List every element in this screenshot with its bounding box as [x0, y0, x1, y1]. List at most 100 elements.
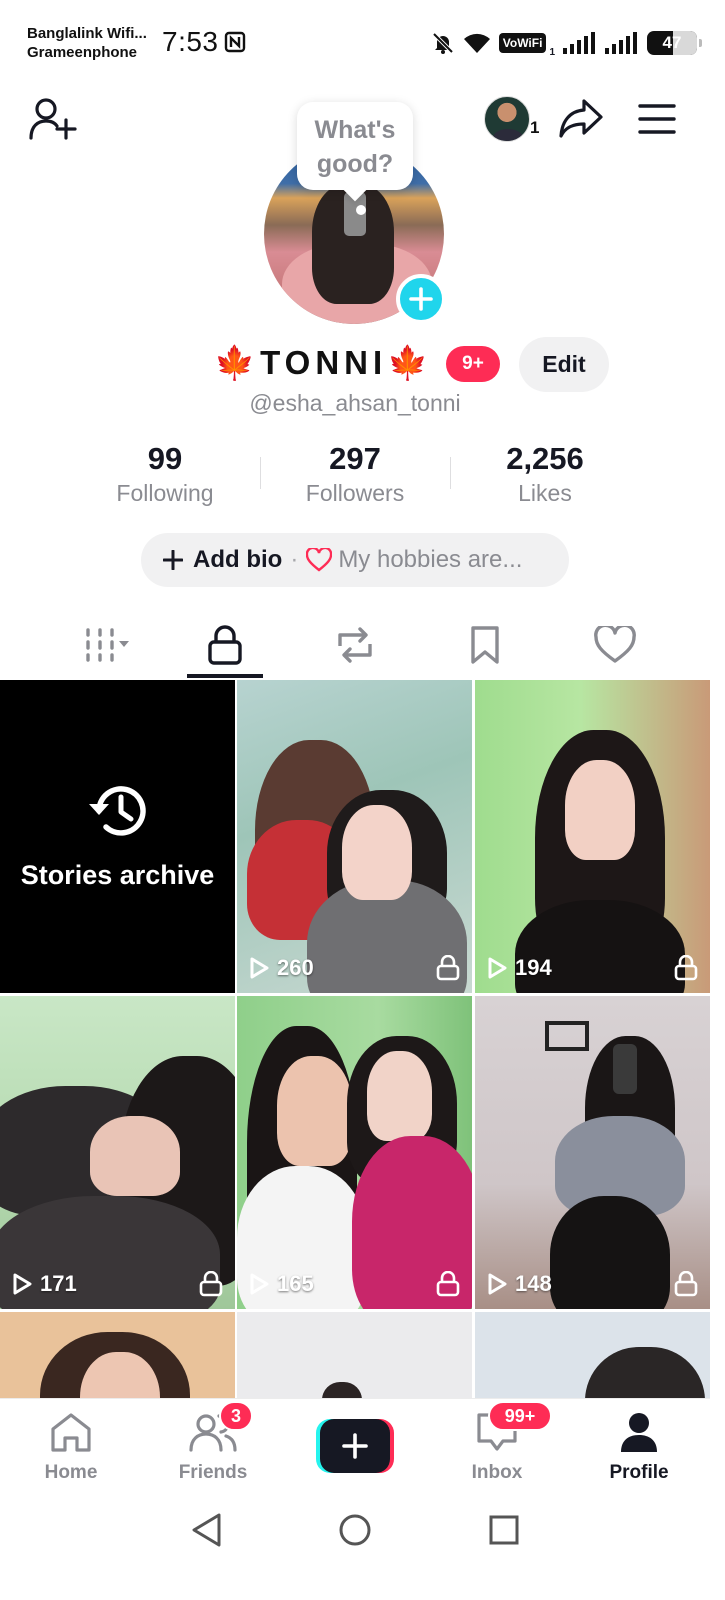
battery-level: 47	[662, 33, 682, 52]
video-tile[interactable]	[475, 1312, 710, 1402]
stat-divider	[260, 457, 261, 489]
status-icons: VoWiFi 1 47	[431, 28, 702, 58]
menu-icon[interactable]	[638, 103, 676, 135]
lock-icon	[674, 955, 698, 981]
video-tile[interactable]: 165	[237, 996, 472, 1309]
vowifi-badge: VoWiFi	[498, 33, 547, 53]
nav-profile[interactable]: Profile	[584, 1411, 694, 1484]
share-icon[interactable]	[558, 98, 604, 140]
lock-icon	[674, 1271, 698, 1297]
create-button[interactable]	[316, 1419, 394, 1473]
heart-icon	[594, 626, 636, 663]
video-tile[interactable]	[0, 1312, 235, 1402]
play-icon	[488, 957, 507, 979]
history-icon	[88, 786, 146, 836]
play-count: 171	[12, 1271, 77, 1297]
play-count: 194	[487, 955, 552, 981]
back-icon[interactable]	[190, 1512, 224, 1548]
play-count: 165	[249, 1271, 314, 1297]
add-story-button[interactable]	[396, 274, 446, 324]
nav-friends-label: Friends	[178, 1462, 248, 1483]
stat-divider	[450, 457, 451, 489]
nav-inbox-label: Inbox	[471, 1462, 523, 1483]
account-switcher-count: 1	[530, 118, 540, 137]
video-tile[interactable]: 171	[0, 996, 235, 1309]
play-count: 148	[487, 1271, 552, 1297]
system-navigation-bar	[0, 1490, 710, 1600]
add-friend-icon[interactable]	[28, 96, 78, 142]
add-bio-button[interactable]: Add bio · My hobbies are...	[141, 533, 569, 587]
stories-archive-tile[interactable]: Stories archive	[0, 680, 235, 993]
home-icon	[51, 1413, 91, 1452]
lock-icon	[208, 625, 242, 665]
bottom-nav: Home Friends 3 Inbox 99+ Profile	[0, 1398, 710, 1490]
lock-icon	[199, 1271, 223, 1297]
signal-icon-2	[605, 32, 637, 54]
stat-following[interactable]: 99 Following	[85, 440, 245, 508]
mute-bell-icon	[432, 32, 454, 54]
stories-archive-label: Stories archive	[20, 860, 215, 890]
carrier-line1: Banglalink Wifi...	[27, 25, 147, 42]
stat-likes-value: 2,256	[506, 441, 584, 476]
grid-icon	[86, 628, 129, 662]
stat-following-value: 99	[147, 441, 183, 476]
lock-icon	[436, 955, 460, 981]
play-count-value: 260	[277, 955, 314, 980]
tab-private[interactable]	[187, 614, 263, 676]
play-count-value: 165	[277, 1271, 314, 1296]
heart-outline-icon	[306, 548, 333, 572]
stat-followers-value: 297	[329, 441, 381, 476]
nfc-icon	[224, 31, 246, 53]
display-name: 🍁TONNI🍁	[214, 344, 434, 381]
bubble-tail-dot	[356, 205, 366, 215]
vowifi-sim: 1	[549, 47, 555, 58]
status-bar: Banglalink Wifi... Grameenphone 7:53 VoW…	[0, 0, 725, 80]
video-tile[interactable]: 194	[475, 680, 710, 993]
avatar-prompt-bubble[interactable]: What's good?	[297, 102, 413, 190]
repost-icon	[338, 627, 372, 663]
plus-icon	[163, 550, 183, 570]
add-bio-label: Add bio	[193, 546, 283, 573]
play-icon	[13, 1273, 32, 1295]
play-icon	[488, 1273, 507, 1295]
signal-icon	[563, 32, 595, 54]
tab-favorites[interactable]	[447, 614, 523, 676]
play-count-value: 194	[515, 955, 552, 980]
stat-following-label: Following	[116, 480, 214, 506]
nav-profile-label: Profile	[609, 1462, 669, 1483]
plus-icon	[409, 287, 433, 311]
stat-likes[interactable]: 2,256 Likes	[465, 440, 625, 508]
video-tile[interactable]	[237, 1312, 472, 1402]
nav-home[interactable]: Home	[16, 1411, 126, 1484]
carrier-info: Banglalink Wifi... Grameenphone	[27, 24, 147, 62]
play-count-value: 148	[515, 1271, 552, 1296]
edit-profile-button[interactable]: Edit	[519, 337, 609, 392]
play-count-value: 171	[40, 1271, 77, 1296]
lock-icon	[436, 1271, 460, 1297]
account-switcher-avatar[interactable]	[484, 96, 530, 142]
battery-icon: 47	[647, 31, 702, 55]
stat-followers[interactable]: 297 Followers	[275, 440, 435, 508]
tab-reposts[interactable]	[317, 614, 393, 676]
stat-likes-label: Likes	[518, 480, 572, 506]
play-count: 260	[249, 955, 314, 981]
stat-followers-label: Followers	[305, 480, 405, 506]
wifi-icon	[463, 33, 490, 53]
clock: 7:53	[162, 26, 219, 57]
active-tab-indicator	[187, 674, 263, 678]
bio-separator: ·	[290, 546, 299, 573]
home-button-icon[interactable]	[338, 1512, 372, 1548]
profile-icon	[621, 1413, 657, 1452]
bio-hint: My hobbies are...	[338, 546, 523, 573]
bookmark-icon	[471, 626, 499, 664]
nav-home-label: Home	[44, 1462, 98, 1483]
video-tile[interactable]: 148	[475, 996, 710, 1309]
plus-icon	[342, 1433, 368, 1459]
carrier-line2: Grameenphone	[27, 44, 138, 61]
tab-videos[interactable]	[64, 614, 140, 676]
recents-icon[interactable]	[487, 1512, 521, 1548]
notification-badge[interactable]: 9+	[446, 346, 500, 382]
friends-badge: 3	[219, 1401, 253, 1431]
video-tile[interactable]: 260	[237, 680, 472, 993]
tab-liked[interactable]	[577, 614, 653, 676]
